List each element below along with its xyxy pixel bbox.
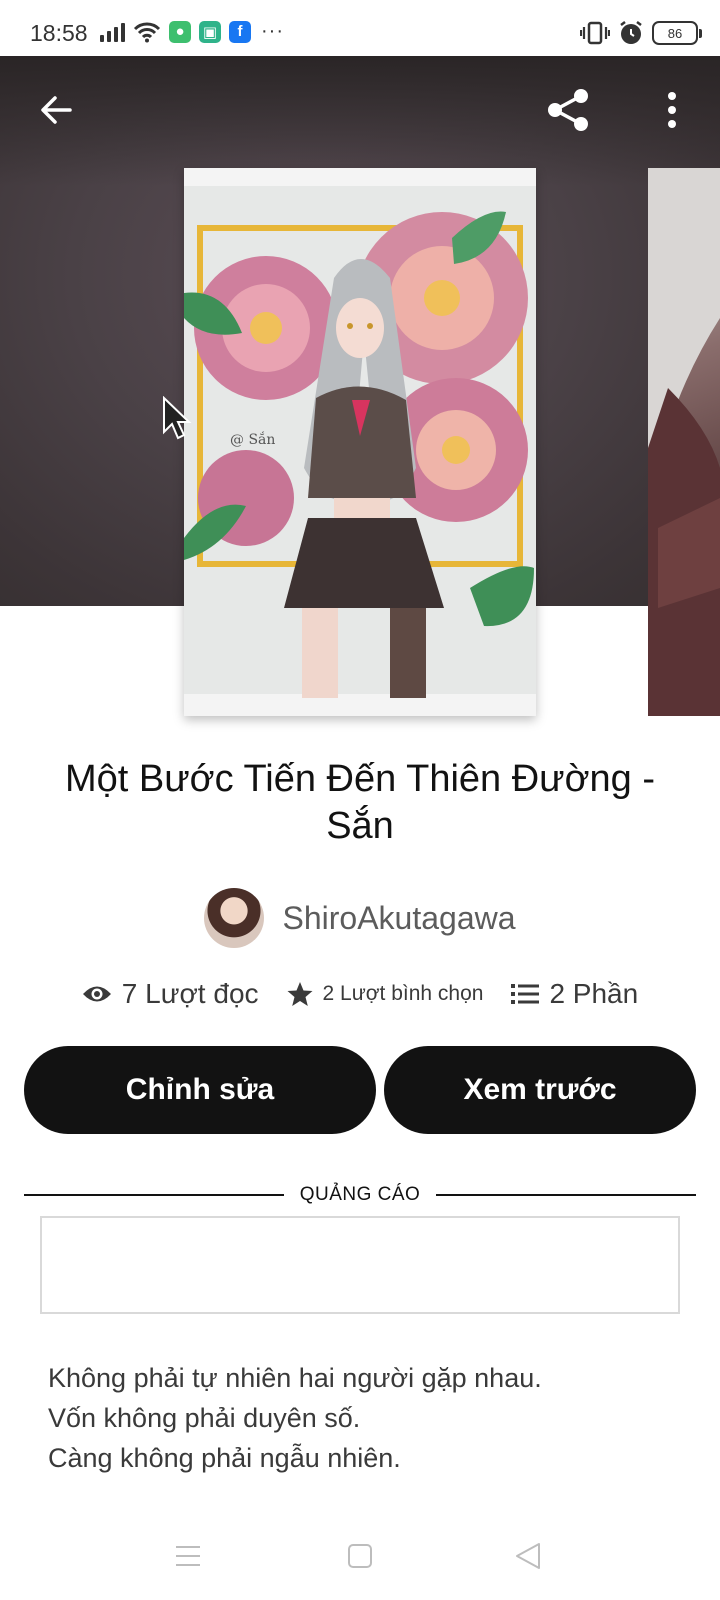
menu-icon bbox=[176, 1546, 200, 1566]
description-line: Không phải tự nhiên hai người gặp nhau. bbox=[48, 1363, 542, 1393]
top-action-bar bbox=[0, 56, 720, 166]
author-avatar[interactable] bbox=[204, 888, 265, 948]
signal-icon bbox=[100, 22, 125, 42]
share-icon bbox=[548, 89, 588, 131]
cover-signature: @ Sắn bbox=[230, 430, 275, 448]
reads-count: 7 Lượt đọc bbox=[121, 978, 259, 1009]
description-line: Càng không phải ngẫu nhiên. bbox=[48, 1443, 401, 1473]
description-line: Vốn không phải duyên số. bbox=[48, 1403, 361, 1433]
parts-stat: 2 Phần bbox=[511, 978, 638, 1010]
status-overflow: ··· bbox=[261, 20, 284, 42]
home-square-icon bbox=[348, 1544, 372, 1568]
divider-line bbox=[24, 1194, 284, 1196]
votes-stat: 2 Lượt bình chọn bbox=[287, 981, 484, 1007]
ad-label: QUẢNG CÁO bbox=[299, 1184, 421, 1205]
facebook-icon: f bbox=[229, 20, 251, 43]
ad-slot[interactable] bbox=[40, 1216, 680, 1314]
divider-line bbox=[436, 1194, 696, 1196]
battery-icon: 86 bbox=[652, 21, 702, 45]
vibrate-icon bbox=[580, 21, 610, 45]
app-notification-icon: ▣ bbox=[199, 20, 221, 43]
next-story-cover[interactable] bbox=[648, 168, 720, 716]
preview-button[interactable]: Xem trước bbox=[384, 1046, 696, 1134]
story-title: Một Bước Tiến Đến Thiên Đường - Sắn bbox=[64, 758, 656, 847]
mouse-cursor-icon bbox=[163, 396, 192, 440]
back-triangle-icon bbox=[516, 1543, 540, 1569]
story-description: Không phải tự nhiên hai người gặp nhau. … bbox=[48, 1358, 688, 1478]
action-buttons: Chỉnh sửa Xem trước bbox=[24, 1046, 696, 1134]
back-button[interactable] bbox=[28, 82, 84, 138]
system-back-button[interactable] bbox=[506, 1534, 550, 1578]
alarm-icon bbox=[620, 21, 642, 44]
recent-apps-button[interactable] bbox=[166, 1534, 210, 1578]
home-button[interactable] bbox=[338, 1534, 382, 1578]
share-button[interactable] bbox=[540, 82, 596, 138]
ad-divider: QUẢNG CÁO bbox=[24, 1184, 696, 1206]
more-vertical-icon bbox=[668, 92, 676, 128]
author-name[interactable]: ShiroAkutagawa bbox=[282, 900, 515, 937]
eye-icon bbox=[82, 986, 111, 1002]
edit-button[interactable]: Chỉnh sửa bbox=[24, 1046, 376, 1134]
status-icons-left: ● ▣ f ··· bbox=[100, 20, 284, 43]
votes-count: 2 Lượt bình chọn bbox=[322, 982, 484, 1005]
cover-illustration: @ Sắn bbox=[184, 168, 536, 716]
reads-stat: 7 Lượt đọc bbox=[82, 978, 259, 1010]
system-nav-bar bbox=[0, 1520, 720, 1590]
status-icons-right: 86 bbox=[580, 20, 702, 46]
star-icon bbox=[287, 982, 313, 1006]
battery-level: 86 bbox=[667, 25, 683, 41]
more-button[interactable] bbox=[644, 82, 700, 138]
status-bar: 18:58 ● ▣ f ··· 86 bbox=[0, 0, 720, 56]
story-cover[interactable]: @ Sắn bbox=[184, 168, 536, 716]
back-arrow-icon bbox=[41, 96, 72, 124]
app-notification-icon: ● bbox=[169, 20, 191, 43]
author-row[interactable]: ShiroAkutagawa bbox=[0, 888, 720, 948]
next-cover-illustration bbox=[648, 168, 720, 716]
parts-count: 2 Phần bbox=[549, 978, 639, 1009]
status-time: 18:58 bbox=[30, 20, 88, 46]
wifi-icon bbox=[133, 22, 161, 42]
list-icon bbox=[511, 984, 540, 1004]
story-stats: 7 Lượt đọc 2 Lượt bình chọn 2 Phần bbox=[0, 978, 720, 1010]
